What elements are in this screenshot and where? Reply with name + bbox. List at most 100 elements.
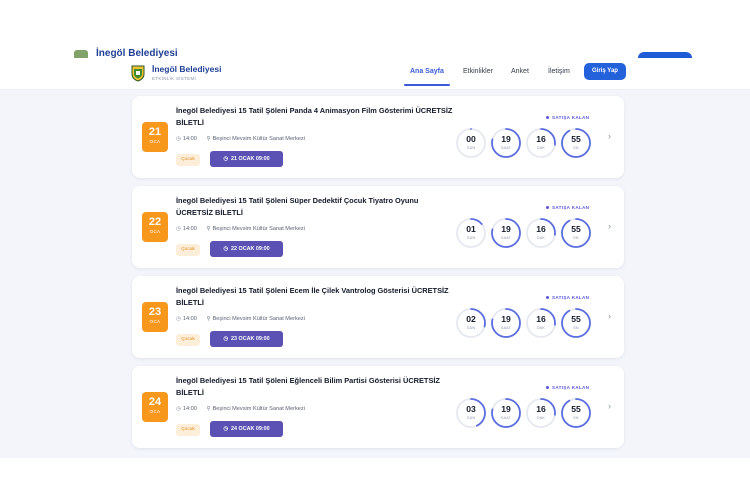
countdown-minutes: 16 DAK [526,128,556,158]
brand[interactable]: İnegöl Belediyesi ETKİNLİK SİSTEMİ [152,64,221,81]
event-venue: Beşinci Mevsim Kültür Sanat Merkezi [212,226,305,232]
countdown-value: 01 [466,224,476,234]
navbar: İnegöl Belediyesi ETKİNLİK SİSTEMİ Ana S… [0,58,750,90]
countdown-days: 00 GÜN [456,128,486,158]
location-pin-icon: ⚲ [206,226,211,232]
status-dot-icon [546,296,549,300]
event-card[interactable]: 21 OCA İnegöl Belediyesi 15 Tatil Şöleni… [132,96,624,178]
event-date-badge: 23 OCA [142,302,168,332]
event-time: 14:00 [182,406,197,412]
countdown-value: 19 [501,224,511,234]
countdown-value: 55 [571,134,581,144]
countdown-value: 03 [466,404,476,414]
countdown-value: 19 [501,404,511,414]
event-time: 14:00 [182,136,197,142]
sale-date-button[interactable]: ◷ 22 OCAK 09:00 [210,241,283,257]
sale-date-label: 24 OCAK 09:00 [231,426,270,432]
countdown-label-text: SATIŞA KALAN [552,115,590,120]
countdown-unit: SN [573,326,579,330]
countdown-unit: DAK [537,236,545,240]
event-month: OCA [149,409,161,414]
countdown-unit: SAAT [501,416,511,420]
category-tag: Çocuk [176,244,200,256]
countdown-label: SATIŞA KALAN [546,385,589,390]
nav-link-events[interactable]: Etkinlikler [463,68,493,75]
event-meta: ◷ 14:00 ⚲ Beşinci Mevsim Kültür Sanat Merk… [176,316,305,322]
sale-date-label: 23 OCAK 09:00 [231,336,270,342]
chevron-right-icon[interactable]: › [608,401,611,411]
event-title[interactable]: İnegöl Belediyesi 15 Tatil Şöleni Süper … [176,195,456,219]
sale-date-label: 21 OCAK 09:00 [231,156,270,162]
event-venue: Beşinci Mevsim Kültür Sanat Merkezi [212,316,305,322]
countdown-value: 16 [536,224,546,234]
event-time: 14:00 [182,316,197,322]
countdown-value: 02 [466,314,476,324]
countdown-minutes: 16 DAK [526,308,556,338]
chevron-right-icon[interactable]: › [608,311,611,321]
countdown-label-text: SATIŞA KALAN [552,385,590,390]
nav-link-survey[interactable]: Anket [511,68,529,75]
event-date-badge: 22 OCA [142,212,168,242]
countdown-days: 01 GÜN [456,218,486,248]
countdown-value: 00 [466,134,476,144]
event-title[interactable]: İnegöl Belediyesi 15 Tatil Şöleni Ecem İ… [176,285,456,309]
countdown-hours: 19 SAAT [491,128,521,158]
category-tag: Çocuk [176,154,200,166]
clock-icon: ◷ [223,156,229,162]
sale-date-button[interactable]: ◷ 21 OCAK 09:00 [210,151,283,167]
active-nav-indicator [404,84,450,86]
sale-date-label: 22 OCAK 09:00 [231,246,270,252]
countdown-minutes: 16 DAK [526,218,556,248]
chevron-right-icon[interactable]: › [608,221,611,231]
sale-date-button[interactable]: ◷ 24 OCAK 09:00 [210,421,283,437]
event-day: 24 [148,396,162,408]
countdown-hours: 19 SAAT [491,398,521,428]
countdown-seconds: 55 SN [561,218,591,248]
countdown-minutes: 16 DAK [526,398,556,428]
nav-link-contact[interactable]: İletişim [548,68,570,75]
event-title[interactable]: İnegöl Belediyesi 15 Tatil Şöleni Eğlenc… [176,375,456,399]
event-month: OCA [149,229,161,234]
municipality-logo-icon[interactable] [130,64,146,82]
countdown-unit: SN [573,146,579,150]
countdown-unit: SAAT [501,146,511,150]
status-dot-icon [546,386,549,390]
countdown-seconds: 55 SN [561,398,591,428]
sale-date-button[interactable]: ◷ 23 OCAK 09:00 [210,331,283,347]
countdown-value: 55 [571,314,581,324]
status-dot-icon [546,116,549,120]
countdown-hours: 19 SAAT [491,218,521,248]
login-button[interactable]: Giriş Yap [584,63,626,80]
brand-title: İnegöl Belediyesi [152,64,222,74]
event-card[interactable]: 24 OCA İnegöl Belediyesi 15 Tatil Şöleni… [132,366,624,448]
location-pin-icon: ⚲ [206,136,211,142]
nav-link-home[interactable]: Ana Sayfa [410,68,444,75]
countdown-value: 16 [536,404,546,414]
event-title[interactable]: İnegöl Belediyesi 15 Tatil Şöleni Panda … [176,105,456,129]
chevron-right-icon[interactable]: › [608,131,611,141]
countdown-label-text: SATIŞA KALAN [552,295,590,300]
countdown-unit: SAAT [501,236,511,240]
countdown-unit: DAK [537,416,545,420]
brand-subtitle: ETKİNLİK SİSTEMİ [152,76,197,81]
event-card[interactable]: 22 OCA İnegöl Belediyesi 15 Tatil Şöleni… [132,186,624,268]
event-month: OCA [149,319,161,324]
countdown-hours: 19 SAAT [491,308,521,338]
event-venue: Beşinci Mevsim Kültür Sanat Merkezi [212,136,305,142]
clock-icon: ◷ [223,246,229,252]
countdown-label: SATIŞA KALAN [546,295,589,300]
category-tag: Çocuk [176,424,200,436]
countdown-value: 16 [536,314,546,324]
clock-icon: ◷ [176,406,181,412]
clock-icon: ◷ [176,316,181,322]
event-day: 23 [148,306,162,318]
countdown-unit: SN [573,416,579,420]
event-date-badge: 24 OCA [142,392,168,422]
countdown-seconds: 55 SN [561,128,591,158]
event-venue: Beşinci Mevsim Kültür Sanat Merkezi [212,406,305,412]
event-card[interactable]: 23 OCA İnegöl Belediyesi 15 Tatil Şöleni… [132,276,624,358]
countdown-unit: DAK [537,326,545,330]
countdown-value: 19 [501,134,511,144]
event-date-badge: 21 OCA [142,122,168,152]
countdown-unit: GÜN [466,416,476,420]
